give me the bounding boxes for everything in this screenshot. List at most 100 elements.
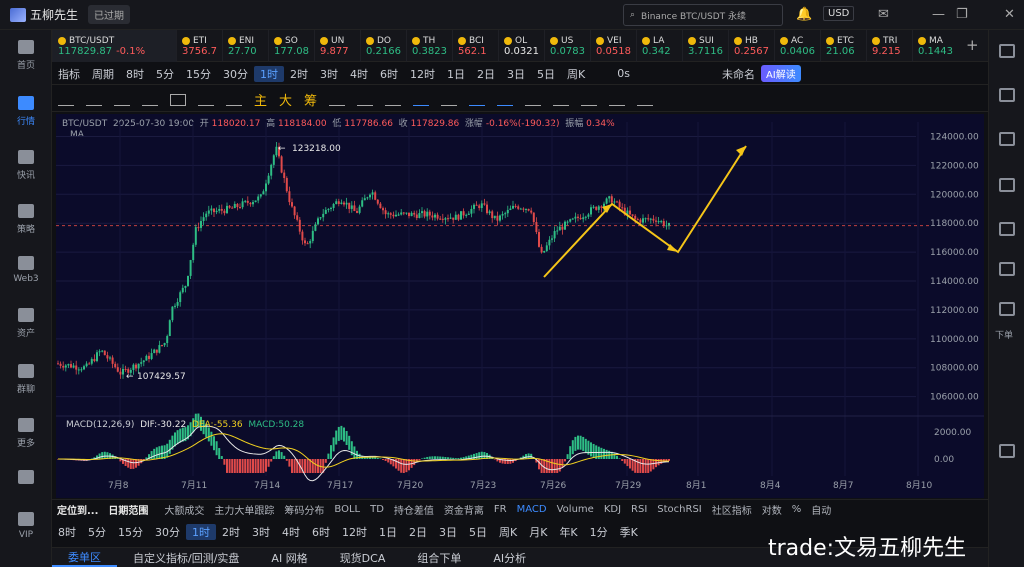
bottom-interval-13[interactable]: 5日 [463, 524, 493, 540]
indicator-7[interactable]: 持仓差值 [389, 502, 439, 517]
grid-icon[interactable] [999, 262, 1015, 276]
more-tools-icon[interactable] [226, 94, 242, 106]
ticker-11[interactable]: LA 0.342 [636, 30, 682, 62]
pen-icon[interactable] [469, 94, 486, 106]
ticker-14[interactable]: AC 0.0406 [774, 30, 820, 62]
interval-16[interactable]: 周K [561, 66, 591, 82]
card-icon[interactable] [999, 444, 1015, 458]
interval-12[interactable]: 1日 [441, 66, 471, 82]
interval-2[interactable]: 8时 [120, 66, 150, 82]
minimize-icon[interactable]: — [932, 7, 945, 22]
ticker-16[interactable]: TRI 9.215 [866, 30, 912, 62]
settings-icon[interactable] [329, 94, 346, 106]
indicator-4[interactable]: 筹码分布 [279, 502, 329, 517]
sidebar-item-9[interactable]: VIP [0, 512, 52, 540]
document-icon[interactable] [999, 88, 1015, 102]
sidebar-item-0[interactable]: 首页 [0, 40, 52, 71]
interval-6[interactable]: 1时 [254, 65, 284, 82]
sidebar-item-6[interactable]: 群聊 [0, 364, 52, 395]
interval-0[interactable]: 指标 [52, 66, 86, 82]
trend-icon[interactable] [999, 178, 1015, 192]
ticker-6[interactable]: TH 0.3823 [406, 30, 452, 62]
bottom-tab-2[interactable]: AI 网格 [255, 550, 323, 566]
chips-button[interactable]: 筹 [304, 90, 317, 109]
ticker-17[interactable]: MA 0.1443 [912, 30, 958, 62]
interval-7[interactable]: 2时 [284, 66, 314, 82]
mail-icon[interactable]: ✉ [878, 7, 889, 22]
bottom-tab-3[interactable]: 现货DCA [324, 550, 402, 566]
sidebar-item-8[interactable] [0, 470, 52, 488]
rect-icon[interactable] [170, 93, 186, 106]
indicator-11[interactable]: Volume [552, 504, 599, 515]
magnet-icon[interactable] [357, 94, 374, 106]
ticker-3[interactable]: SO 177.08 [268, 30, 314, 62]
indicator-8[interactable]: 资金背离 [439, 502, 489, 517]
ticker-7[interactable]: BCI 562.1 [452, 30, 498, 62]
interval-11[interactable]: 12时 [404, 66, 441, 82]
interval-13[interactable]: 2日 [471, 66, 501, 82]
bottom-interval-5[interactable]: 2时 [216, 524, 246, 540]
ticker-8[interactable]: OL 0.0321 [498, 30, 544, 62]
bottom-tab-5[interactable]: AI分析 [477, 550, 542, 566]
ticker-12[interactable]: SUI 3.7116 [682, 30, 728, 62]
ticker-5[interactable]: DO 0.2166 [360, 30, 406, 62]
indicator-9[interactable]: FR [489, 504, 512, 515]
interval-15[interactable]: 5日 [531, 66, 561, 82]
indicator-3[interactable]: 主力大单跟踪 [209, 502, 279, 517]
trash-icon[interactable] [637, 94, 654, 106]
bottom-tab-1[interactable]: 自定义指标/回测/实盘 [117, 550, 255, 566]
indicator-14[interactable]: StochRSI [652, 504, 706, 515]
interval-9[interactable]: 4时 [344, 66, 374, 82]
bottom-tab-0[interactable]: 委单区 [52, 549, 117, 567]
close-icon[interactable]: ✕ [1004, 7, 1015, 22]
bottom-interval-18[interactable]: 季K [614, 524, 644, 540]
bottom-interval-1[interactable]: 5分 [82, 524, 112, 540]
bottom-interval-2[interactable]: 15分 [112, 524, 149, 540]
bottom-interval-14[interactable]: 周K [493, 524, 523, 540]
ticker-13[interactable]: HB 0.2567 [728, 30, 774, 62]
trendline-icon[interactable] [58, 94, 74, 106]
bottom-interval-12[interactable]: 3日 [433, 524, 463, 540]
ray-icon[interactable] [142, 94, 158, 106]
layout-name-select[interactable]: 未命名 [716, 66, 761, 82]
hline-icon[interactable] [86, 94, 102, 106]
indicator-17[interactable]: % [787, 504, 807, 515]
bottom-interval-16[interactable]: 年K [553, 524, 583, 540]
bottom-interval-11[interactable]: 2日 [403, 524, 433, 540]
bottom-interval-3[interactable]: 30分 [149, 524, 186, 540]
sidebar-item-3[interactable]: 策略 [0, 204, 52, 235]
clock-icon[interactable] [999, 132, 1015, 146]
ticker-10[interactable]: VEI 0.0518 [590, 30, 636, 62]
sidebar-item-1[interactable]: 行情 [0, 96, 52, 127]
lock-icon[interactable] [525, 94, 542, 106]
restore-icon[interactable]: ❐ [956, 7, 968, 22]
price-chart[interactable]: BTC/USDT 2025-07-30 19:00 开 118020.17 高 … [56, 114, 984, 498]
bell-icon[interactable]: 🔔 [796, 7, 812, 22]
indicator-13[interactable]: RSI [626, 504, 652, 515]
bottom-interval-15[interactable]: 月K [523, 524, 553, 540]
indicator-0[interactable]: 定位到... [52, 502, 103, 517]
sidebar-item-4[interactable]: Web3 [0, 256, 52, 284]
indicator-10[interactable]: MACD [512, 504, 552, 515]
interval-5[interactable]: 30分 [217, 66, 254, 82]
compare-icon[interactable] [581, 94, 598, 106]
crosshair-icon[interactable] [413, 94, 430, 106]
ticker-2[interactable]: ENI 27.70 [222, 30, 268, 62]
sidebar-item-2[interactable]: 快讯 [0, 150, 52, 181]
panel-icon[interactable] [999, 222, 1015, 236]
indicator-2[interactable]: 大额成交 [159, 502, 209, 517]
indicator-15[interactable]: 社区指标 [707, 502, 757, 517]
bottom-interval-7[interactable]: 4时 [276, 524, 306, 540]
layout-icon[interactable] [999, 44, 1015, 58]
indicator-18[interactable]: 自动 [806, 502, 836, 517]
sidebar-item-5[interactable]: 资产 [0, 308, 52, 339]
interval-4[interactable]: 15分 [180, 66, 217, 82]
bottom-interval-9[interactable]: 12时 [336, 524, 373, 540]
indicator-12[interactable]: KDJ [599, 504, 626, 515]
search-input[interactable]: ⌕ Binance BTC/USDT 永续 [623, 4, 783, 26]
bottom-interval-17[interactable]: 1分 [584, 524, 614, 540]
ai-button[interactable]: AI解读 [760, 65, 801, 82]
indicator-1[interactable]: 日期范围 [103, 502, 153, 517]
bottom-interval-8[interactable]: 6时 [306, 524, 336, 540]
large-trade-button[interactable]: 大 [279, 90, 292, 109]
